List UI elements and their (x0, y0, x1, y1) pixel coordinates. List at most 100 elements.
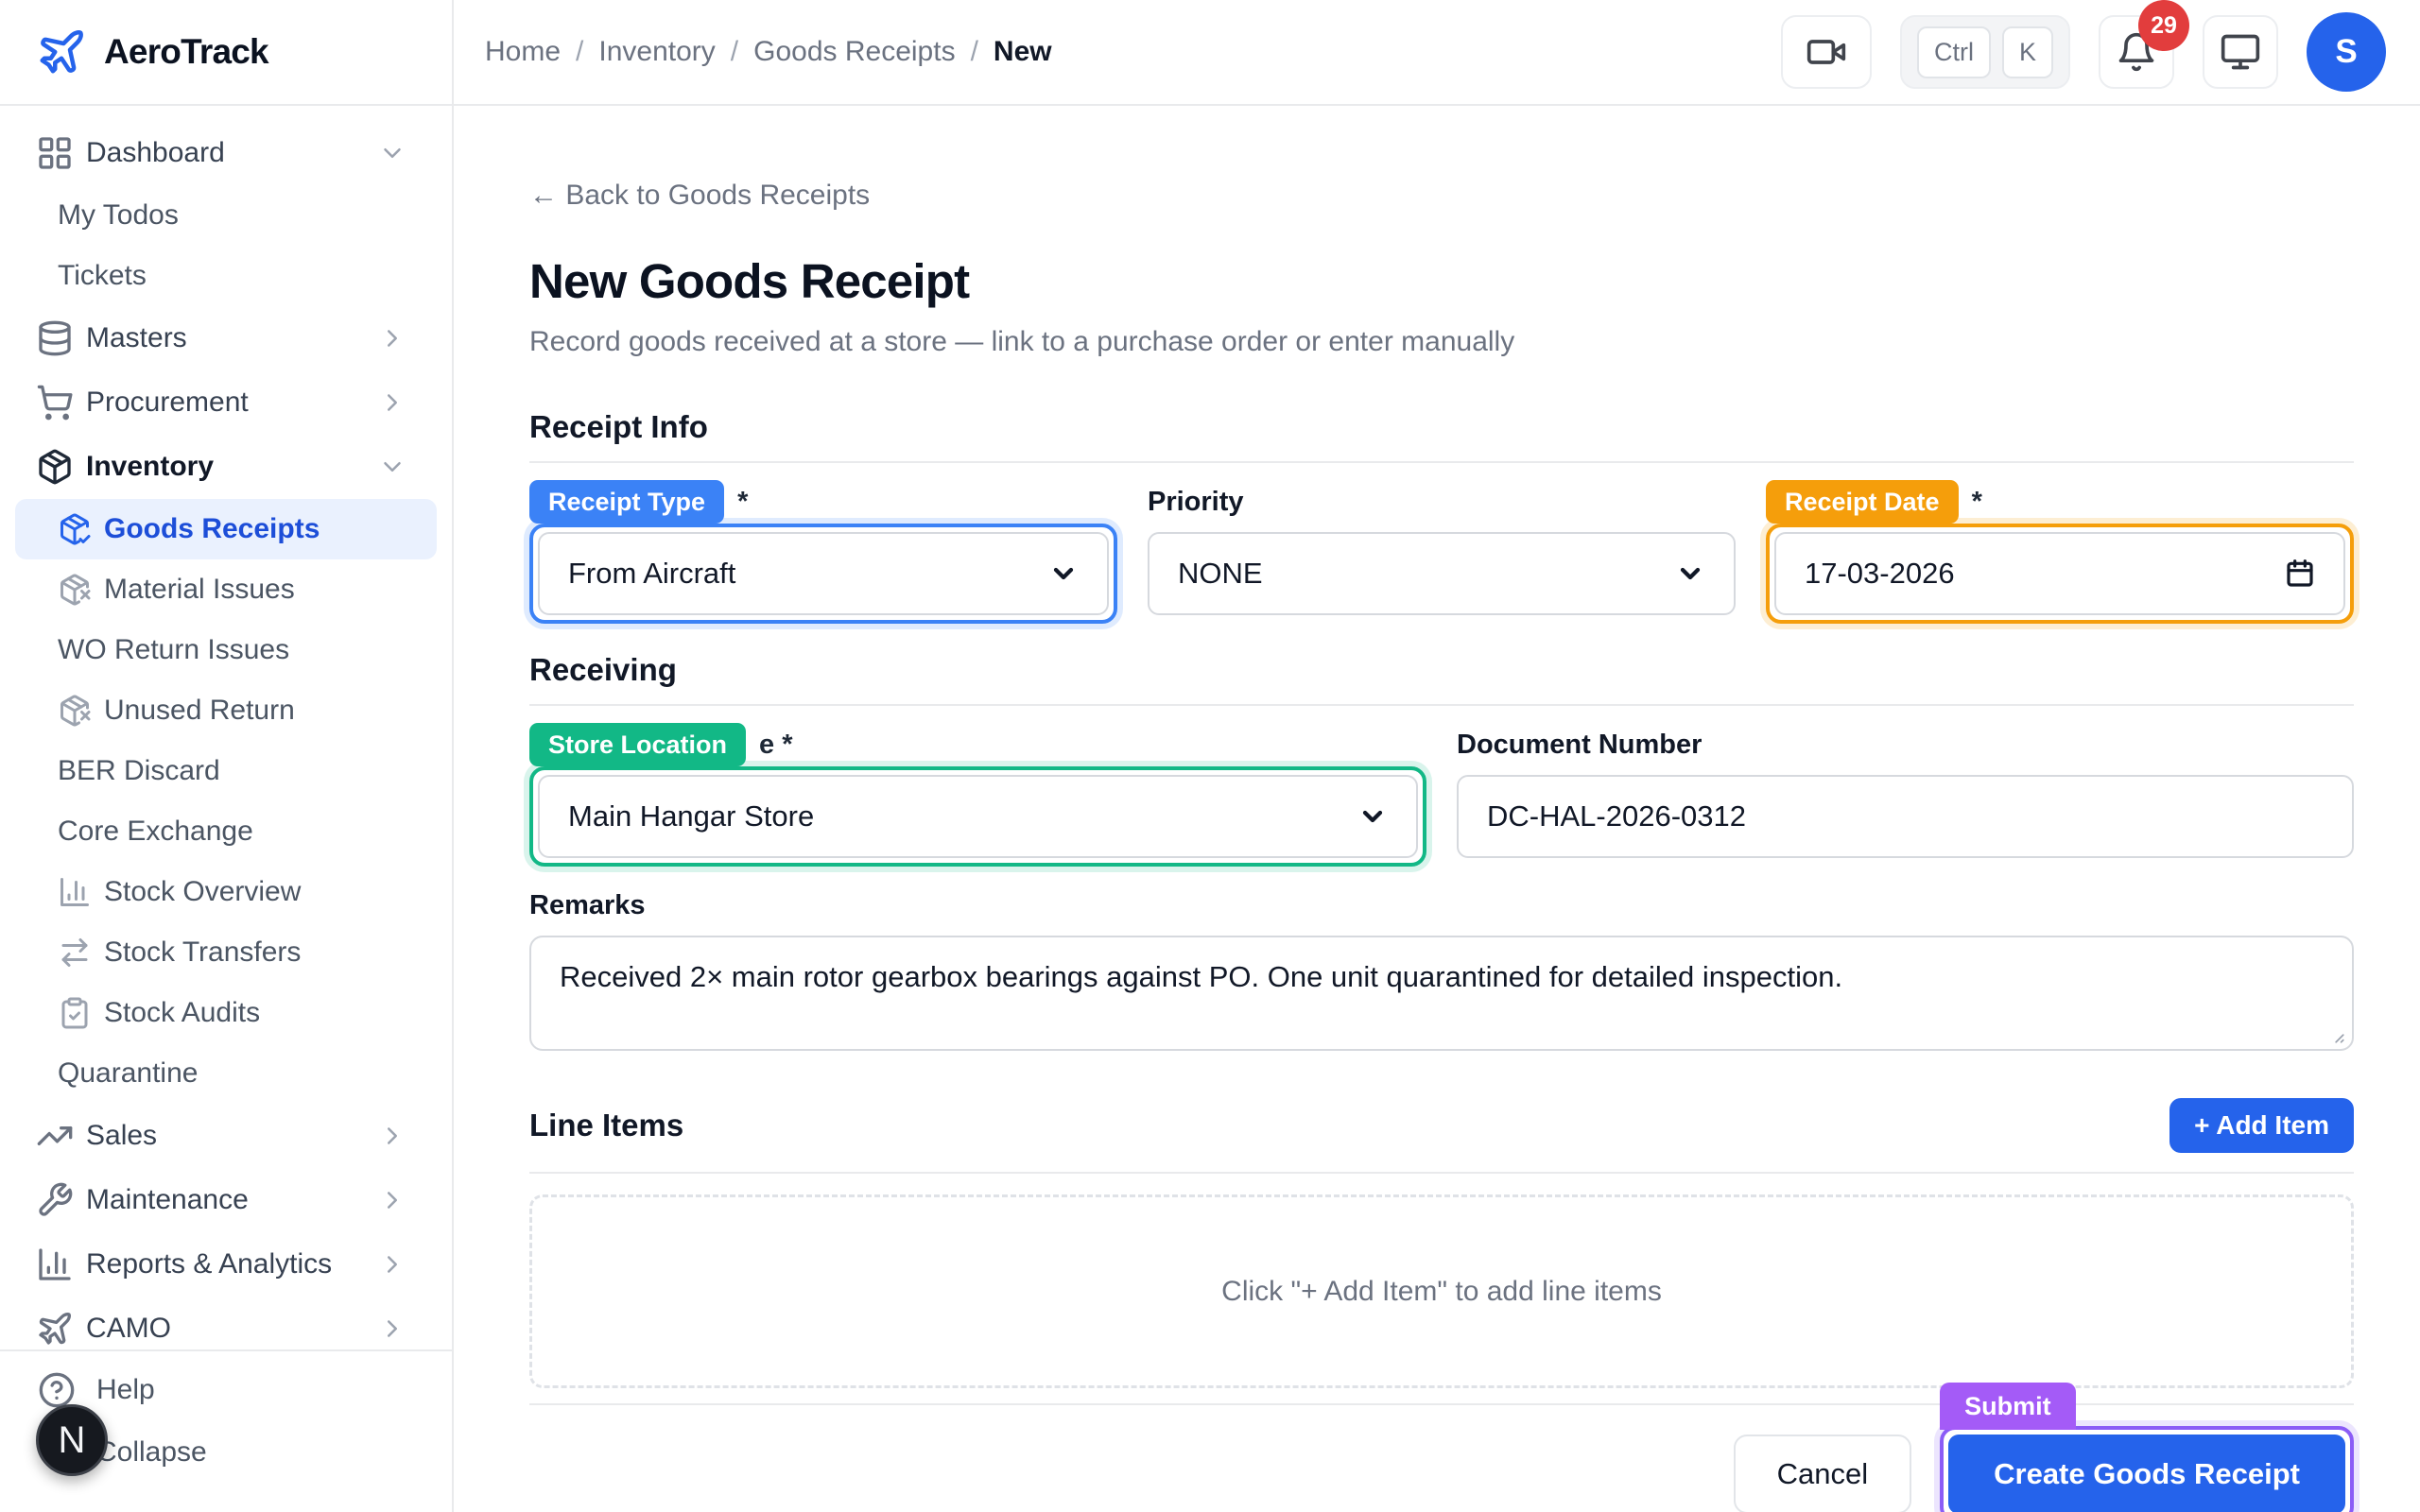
breadcrumb-inventory[interactable]: Inventory (598, 36, 715, 68)
sidebar-item-ber-discard[interactable]: BER Discard (15, 741, 437, 801)
breadcrumb-separator: / (971, 36, 978, 68)
sidebar-item-quarantine[interactable]: Quarantine (15, 1043, 437, 1104)
sidebar-item-label: Material Issues (104, 574, 295, 606)
priority-select[interactable]: NONE (1148, 532, 1736, 615)
sidebar-item-label: Tickets (58, 260, 147, 292)
receipt-type-select[interactable]: From Aircraft (538, 532, 1109, 615)
topbar-actions: Ctrl K 29 S (1781, 12, 2386, 92)
sidebar-item-wo-return-issues[interactable]: WO Return Issues (15, 620, 437, 680)
sidebar-item-label: Inventory (86, 451, 214, 483)
video-camera-icon (1806, 31, 1847, 73)
field-receipt-type: Receipt Type * From Aircraft (529, 480, 1117, 624)
sidebar-item-unused-return[interactable]: Unused Return (15, 680, 437, 741)
topbar: AeroTrack Home / Inventory / Goods Recei… (0, 0, 2420, 106)
create-goods-receipt-button[interactable]: Create Goods Receipt (1948, 1435, 2345, 1512)
cart-icon (36, 384, 74, 421)
calendar-icon[interactable] (2285, 558, 2315, 589)
display-mode-button[interactable] (2203, 15, 2278, 89)
grid-icon (36, 134, 74, 172)
chevron-down-icon (378, 139, 406, 167)
field-store-location: Store Location e * Main Hangar Store (529, 723, 1426, 867)
store-location-select[interactable]: Main Hangar Store (538, 775, 1418, 858)
priority-label: Priority (1148, 487, 1244, 518)
breadcrumb-current: New (994, 36, 1052, 68)
remarks-label: Remarks (529, 890, 646, 921)
chevron-down-icon (1357, 801, 1388, 832)
sidebar-item-label: Reports & Analytics (86, 1248, 332, 1280)
breadcrumb-goods-receipts[interactable]: Goods Receipts (753, 36, 955, 68)
sidebar-item-label: Masters (86, 322, 187, 354)
command-palette-shortcut[interactable]: Ctrl K (1900, 15, 2070, 89)
sidebar-item-label: Stock Audits (104, 997, 260, 1029)
document-number-label: Document Number (1457, 730, 1702, 761)
sidebar-item-maintenance[interactable]: Maintenance (15, 1168, 437, 1232)
sidebar-item-label: Maintenance (86, 1184, 249, 1216)
divider (529, 1172, 2354, 1174)
app-brand[interactable]: AeroTrack (0, 0, 454, 104)
required-asterisk: * (1972, 487, 1982, 518)
sidebar-item-stock-transfers[interactable]: Stock Transfers (15, 922, 437, 983)
chevron-right-icon (378, 1122, 406, 1150)
breadcrumb-separator: / (731, 36, 738, 68)
sidebar-item-core-exchange[interactable]: Core Exchange (15, 801, 437, 862)
breadcrumb-home[interactable]: Home (485, 36, 561, 68)
package-x-icon (58, 573, 92, 607)
package-x-icon (58, 694, 92, 728)
collapse-label: Collapse (96, 1436, 207, 1469)
sidebar-item-my-todos[interactable]: My Todos (15, 185, 437, 246)
notification-count-badge: 29 (2138, 0, 2189, 51)
priority-value: NONE (1178, 557, 1675, 591)
k-keycap: K (2002, 26, 2053, 78)
document-number-input[interactable]: DC-HAL-2026-0312 (1457, 775, 2354, 858)
monitor-icon (2220, 31, 2261, 73)
sidebar-item-camo[interactable]: CAMO (15, 1297, 437, 1349)
package-check-icon (58, 512, 92, 546)
user-avatar[interactable]: S (2307, 12, 2386, 92)
field-priority: Priority NONE (1148, 480, 1736, 624)
receipt-date-input[interactable]: 17-03-2026 (1774, 532, 2345, 615)
sidebar-item-material-issues[interactable]: Material Issues (15, 559, 437, 620)
form-footer: Cancel Submit Create Goods Receipt (529, 1403, 2354, 1512)
resize-grip-icon[interactable] (2322, 1021, 2346, 1045)
sidebar-item-label: WO Return Issues (58, 634, 289, 666)
back-link[interactable]: ← Back to Goods Receipts (529, 180, 870, 212)
store-location-value: Main Hangar Store (568, 799, 1357, 833)
store-location-highlight-ring: Main Hangar Store (529, 766, 1426, 867)
sidebar-item-dashboard[interactable]: Dashboard (15, 121, 437, 185)
sidebar-item-label: Stock Transfers (104, 936, 301, 969)
sidebar: DashboardMy Todos Tickets Masters Procureme… (0, 106, 454, 1512)
sidebar-item-stock-audits[interactable]: Stock Audits (15, 983, 437, 1043)
breadcrumb-separator: / (576, 36, 583, 68)
add-item-button[interactable]: + Add Item (2169, 1098, 2354, 1153)
cancel-button[interactable]: Cancel (1734, 1435, 1912, 1512)
receipt-date-value: 17-03-2026 (1805, 557, 2285, 591)
help-label: Help (96, 1374, 155, 1406)
sidebar-item-tickets[interactable]: Tickets (15, 246, 437, 306)
dev-tools-badge[interactable]: N (36, 1404, 108, 1476)
chart-icon (36, 1246, 74, 1283)
receipt-type-value: From Aircraft (568, 557, 1048, 591)
document-number-value: DC-HAL-2026-0312 (1487, 799, 2324, 833)
submit-highlight-ring: Submit Create Goods Receipt (1940, 1426, 2354, 1512)
page-subtitle: Record goods received at a store — link … (529, 326, 2354, 358)
sidebar-item-reports-analytics[interactable]: Reports & Analytics (15, 1232, 437, 1297)
help-circle-icon (38, 1371, 76, 1409)
sidebar-item-procurement[interactable]: Procurement (15, 370, 437, 435)
notifications-button[interactable]: 29 (2099, 15, 2174, 89)
receipt-date-highlight-ring: 17-03-2026 (1766, 524, 2354, 624)
field-receipt-date: Receipt Date * 17-03-2026 (1766, 480, 2354, 624)
remarks-textarea[interactable]: Received 2× main rotor gearbox bearings … (529, 936, 2354, 1051)
store-location-highlight-badge: Store Location (529, 723, 746, 766)
sidebar-item-label: Quarantine (58, 1057, 198, 1090)
sidebar-item-label: Procurement (86, 387, 249, 419)
line-items-empty-text: Click "+ Add Item" to add line items (1221, 1276, 1662, 1308)
screen-record-button[interactable] (1781, 15, 1872, 89)
main-content: ← Back to Goods Receipts New Goods Recei… (454, 106, 2420, 1512)
sidebar-item-sales[interactable]: Sales (15, 1104, 437, 1168)
sidebar-item-goods-receipts[interactable]: Goods Receipts (15, 499, 437, 559)
sidebar-item-label: Sales (86, 1120, 157, 1152)
sidebar-item-masters[interactable]: Masters (15, 306, 437, 370)
sidebar-item-stock-overview[interactable]: Stock Overview (15, 862, 437, 922)
wrench-icon (36, 1181, 74, 1219)
sidebar-item-inventory[interactable]: Inventory (15, 435, 437, 499)
